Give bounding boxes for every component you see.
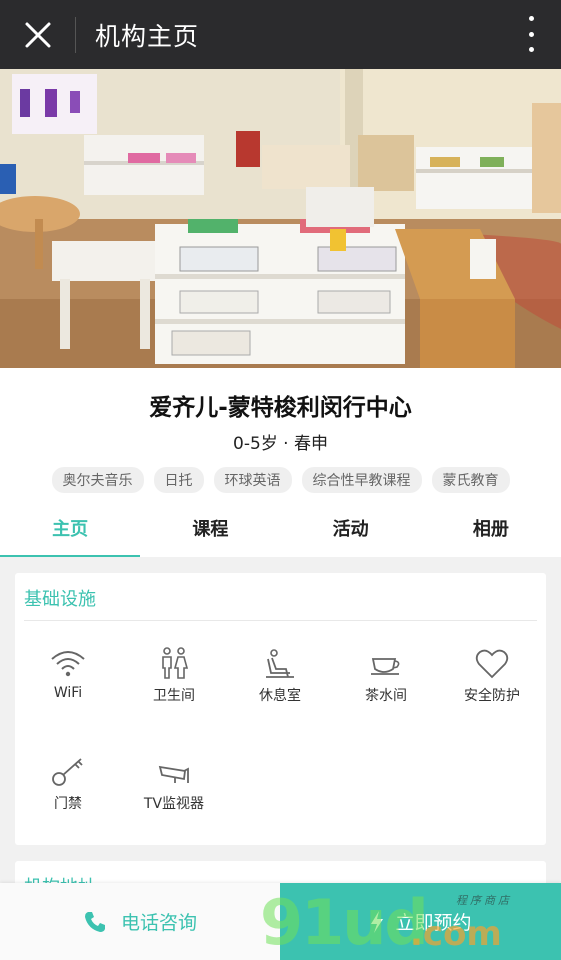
close-button[interactable] (0, 0, 75, 69)
heart-icon (475, 649, 509, 679)
facilities-card: 基础设施 WiFi 卫生间 休息室 茶水间 安全防护 门禁 TV监视器 (15, 573, 546, 845)
tag-list: 奥尔夫音乐 日托 环球英语 综合性早教课程 蒙氏教育 (0, 467, 561, 493)
tag-item[interactable]: 奥尔夫音乐 (51, 467, 144, 493)
tab-bar: 主页 课程 活动 相册 (0, 506, 561, 557)
facility-safety: 安全防护 (439, 643, 545, 705)
facility-tea-room: 茶水间 (333, 643, 439, 705)
tab-courses[interactable]: 课程 (140, 506, 280, 557)
tag-item[interactable]: 日托 (153, 467, 204, 493)
org-info: 爱齐儿-蒙特梭利闵行中心 0-5岁 · 春申 奥尔夫音乐 日托 环球英语 综合性… (0, 368, 561, 506)
tag-item[interactable]: 蒙氏教育 (431, 467, 510, 493)
facility-label: 门禁 (54, 796, 82, 812)
facility-label: TV监视器 (143, 796, 205, 812)
header-divider (75, 16, 76, 53)
facility-label: 茶水间 (365, 688, 407, 704)
key-icon (52, 758, 83, 786)
phone-icon (84, 911, 105, 932)
restroom-icon (162, 647, 189, 679)
more-vertical-icon (528, 16, 534, 21)
tag-item[interactable]: 环球英语 (213, 467, 292, 493)
wifi-icon (51, 651, 85, 677)
org-name: 爱齐儿-蒙特梭利闵行中心 (149, 395, 412, 421)
facility-tv-monitor: TV监视器 (121, 751, 227, 813)
facility-label: 卫生间 (153, 688, 195, 704)
phone-consult-button[interactable]: 电话咨询 (0, 883, 280, 960)
phone-consult-label: 电话咨询 (120, 912, 197, 934)
camera-icon (158, 765, 189, 783)
tag-item[interactable]: 综合性早教课程 (301, 467, 422, 493)
lightning-icon (371, 910, 384, 933)
hero-photo (0, 69, 561, 368)
lounge-chair-icon (266, 649, 294, 678)
facility-restroom: 卫生间 (121, 643, 227, 705)
tea-cup-icon (371, 658, 400, 675)
more-dot (528, 31, 534, 37)
close-icon (25, 22, 50, 47)
book-now-button[interactable]: 立即预约 (280, 883, 561, 960)
top-bar: 机构主页 (0, 0, 561, 69)
more-options-button[interactable] (525, 14, 537, 54)
facilities-title: 基础设施 (24, 589, 96, 610)
bottom-action-bar: 电话咨询 立即预约 (0, 883, 561, 960)
facility-lounge: 休息室 (227, 643, 333, 705)
facility-access: 门禁 (15, 751, 121, 813)
tab-activities[interactable]: 活动 (281, 506, 421, 557)
divider (24, 620, 537, 621)
more-dot (528, 47, 534, 52)
facility-wifi: WiFi (15, 643, 121, 701)
org-meta: 0-5岁 · 春申 (233, 434, 328, 454)
page-title: 机构主页 (95, 21, 200, 51)
book-now-label: 立即预约 (395, 912, 472, 934)
tab-album[interactable]: 相册 (421, 506, 561, 557)
facility-label: 休息室 (259, 688, 301, 704)
facility-label: WiFi (53, 685, 83, 701)
facility-label: 安全防护 (464, 688, 520, 704)
tab-home[interactable]: 主页 (0, 506, 141, 557)
